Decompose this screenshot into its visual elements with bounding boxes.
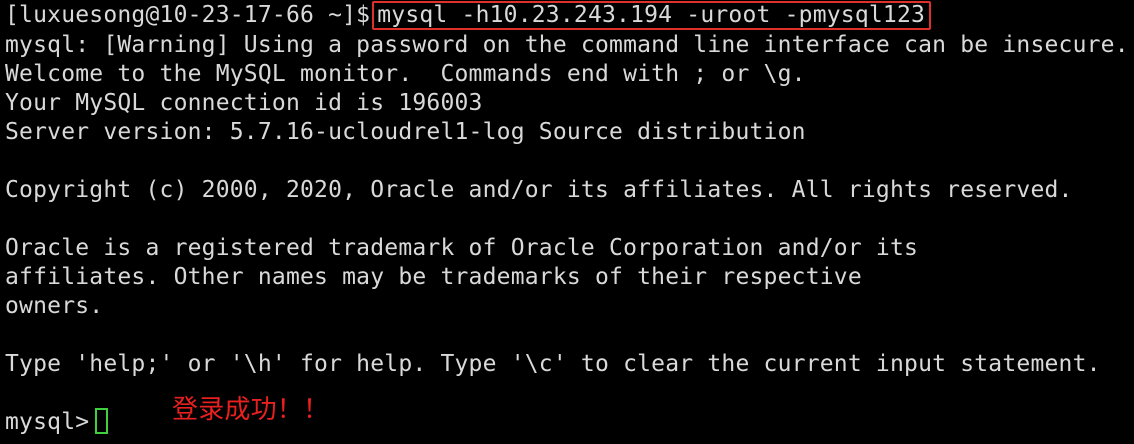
highlighted-command: mysql -h10.23.243.194 -uroot -pmysql123: [372, 1, 932, 30]
terminal-window[interactable]: [luxuesong@10-23-17-66 ~]$ mysql -h10.23.…: [0, 0, 1134, 444]
output-line: Copyright (c) 2000, 2020, Oracle and/or …: [5, 177, 1073, 203]
output-line: mysql: [Warning] Using a password on the…: [5, 32, 1129, 58]
mysql-prompt: mysql>: [5, 409, 90, 435]
command-line: [luxuesong@10-23-17-66 ~]$ mysql -h10.23.…: [5, 1, 932, 30]
output-line: Type 'help;' or '\h' for help. Type '\c'…: [5, 351, 1101, 377]
output-line: Welcome to the MySQL monitor. Commands e…: [5, 61, 806, 87]
output-line: Server version: 5.7.16-ucloudrel1-log So…: [5, 119, 806, 145]
cursor-block[interactable]: [95, 407, 109, 434]
mysql-prompt-line[interactable]: mysql>: [5, 407, 109, 437]
shell-prompt: [luxuesong@10-23-17-66 ~]$: [5, 2, 371, 28]
output-line: affiliates. Other names may be trademark…: [5, 264, 862, 290]
output-line: Oracle is a registered trademark of Orac…: [5, 235, 919, 261]
login-success-annotation: 登录成功！！: [172, 395, 330, 425]
output-line: Your MySQL connection id is 196003: [5, 90, 483, 116]
output-line: owners.: [5, 293, 104, 319]
